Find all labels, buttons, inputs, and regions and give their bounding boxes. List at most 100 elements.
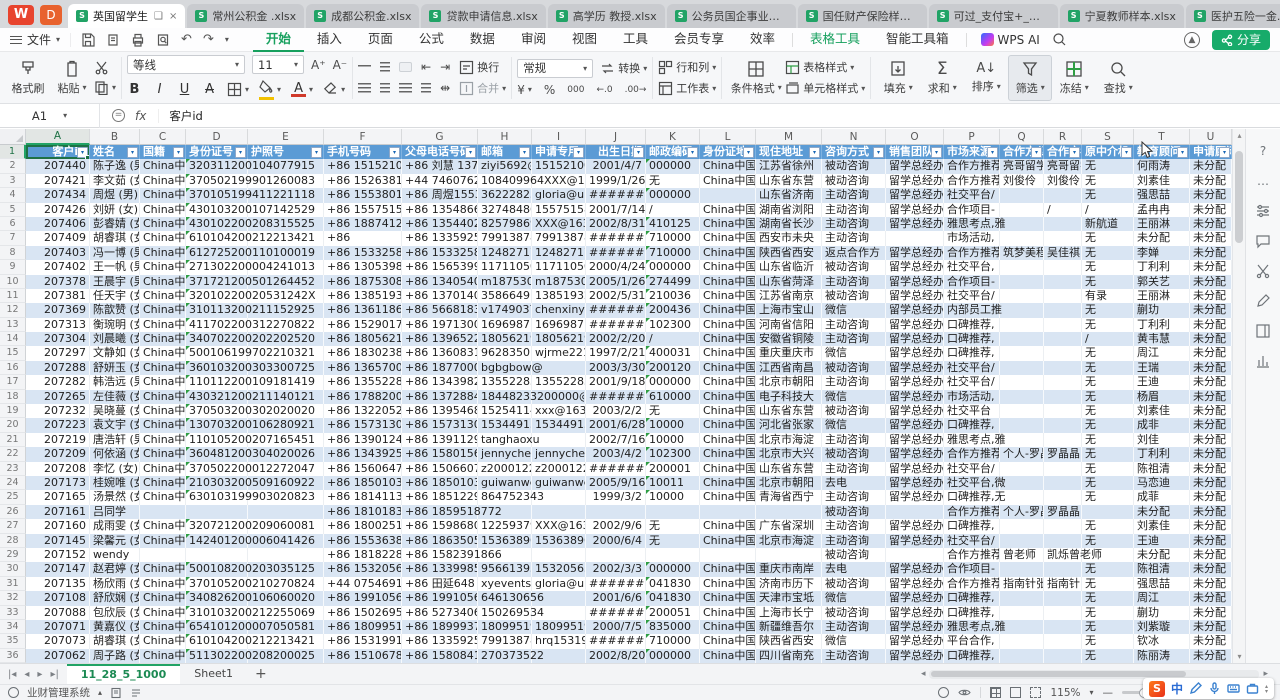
cell[interactable]: +86 13851932 <box>324 289 402 303</box>
cell[interactable]: China中国 <box>700 361 756 375</box>
cell[interactable]: China中国 <box>700 260 756 274</box>
cell[interactable]: 180995191 <box>478 620 532 634</box>
cell[interactable] <box>248 505 324 519</box>
cell[interactable]: China中国 <box>140 231 186 245</box>
cell[interactable]: 丁利利 <box>1134 260 1190 274</box>
cell[interactable]: 河北省张家 <box>756 418 822 432</box>
row-number[interactable]: 21 <box>0 433 26 447</box>
cell[interactable]: 无 <box>1082 375 1134 389</box>
cell[interactable]: 罗晶晶 <box>1044 505 1082 519</box>
cell[interactable]: 207108 <box>26 591 90 605</box>
upload-icon[interactable]: ▲ <box>1184 32 1200 48</box>
cell[interactable] <box>1044 260 1082 274</box>
cell[interactable]: 雅思考点,雅 <box>944 433 1000 447</box>
cell[interactable]: +86 1877000215 <box>402 361 478 375</box>
filter-dropdown-button[interactable]: ▾ <box>987 147 998 158</box>
redo-icon[interactable]: ↷ <box>203 33 214 46</box>
cell[interactable]: China中国 <box>700 433 756 447</box>
cell[interactable]: 未分配 <box>1190 174 1232 188</box>
cell[interactable]: 000000 <box>646 562 700 576</box>
cell[interactable]: 舒欣娴 (女 <box>90 591 140 605</box>
align-center-icon[interactable] <box>380 83 390 93</box>
sort-button[interactable]: A↓ 排序▾ <box>964 55 1008 101</box>
cell[interactable]: 留学总经办 <box>886 303 944 317</box>
cell[interactable]: 社交平台, <box>944 260 1000 274</box>
cell[interactable]: 留学总经办 <box>886 562 944 576</box>
cell[interactable]: China中国 <box>140 375 186 389</box>
cell[interactable]: +86 15538019 <box>324 188 402 202</box>
cell[interactable]: 207403 <box>26 246 90 260</box>
filter-dropdown-button[interactable]: ▾ <box>389 147 400 158</box>
cell[interactable]: 207282 <box>26 375 90 389</box>
cell[interactable]: 赵君婷 (女 <box>90 562 140 576</box>
cell[interactable]: 山东省济南 <box>756 188 822 202</box>
header-cell[interactable]: 合作方名▾ <box>1044 145 1082 159</box>
cell[interactable]: 646130656 <box>478 591 532 605</box>
row-number[interactable]: 11 <box>0 289 26 303</box>
cell[interactable]: ######## <box>586 462 646 476</box>
cell[interactable]: 2002/3/3 <box>586 562 646 576</box>
cell[interactable]: 主动咨询 <box>822 519 886 533</box>
cell[interactable]: +86 1582391866 <box>402 548 478 562</box>
document-tab[interactable]: S贷款申请信息.xlsx <box>421 4 545 28</box>
cell[interactable]: 207147 <box>26 562 90 576</box>
cell[interactable]: 207152 <box>26 548 90 562</box>
cell[interactable]: 无 <box>1082 174 1134 188</box>
cell[interactable]: 327484864 <box>478 203 532 217</box>
cell[interactable] <box>1082 505 1134 519</box>
cell[interactable]: 000000 <box>646 649 700 663</box>
cell[interactable]: +86 1850103098 <box>402 476 478 490</box>
header-cell[interactable]: 销售团队▾ <box>886 145 944 159</box>
cell[interactable]: 207073 <box>26 634 90 648</box>
cell[interactable]: China中国 <box>140 303 186 317</box>
cell[interactable]: China中国 <box>140 620 186 634</box>
cell[interactable]: 未分配 <box>1190 490 1232 504</box>
cell[interactable] <box>1000 562 1044 576</box>
filter-dropdown-button[interactable]: ▾ <box>1069 147 1080 158</box>
cell[interactable]: 362228235 <box>478 188 532 202</box>
percent-button[interactable]: % <box>544 83 555 97</box>
vertical-scroll-thumb[interactable] <box>1235 151 1243 243</box>
cell[interactable]: 207426 <box>26 203 90 217</box>
first-sheet-icon[interactable]: |◂ <box>8 669 16 680</box>
cell[interactable]: +86 15575158 <box>324 203 402 217</box>
cell[interactable]: 2003/4/2 <box>586 447 646 461</box>
cell[interactable]: 207062 <box>26 649 90 663</box>
cell[interactable]: 个人-罗晶 <box>1000 447 1044 461</box>
cell[interactable]: China中国 <box>700 562 756 576</box>
cell[interactable]: m1875308 <box>532 275 586 289</box>
cell[interactable]: 未分配 <box>1190 649 1232 663</box>
cell[interactable]: +86 1598680231 <box>402 519 478 533</box>
cell[interactable]: 留学总经办 <box>886 289 944 303</box>
cell[interactable]: 864752343 <box>478 490 532 504</box>
cell[interactable]: 丁利利 <box>1134 318 1190 332</box>
cell[interactable]: 2002/9/6 <box>586 519 646 533</box>
row-number[interactable]: 10 <box>0 275 26 289</box>
cell[interactable]: 2001/4/7 <box>586 159 646 173</box>
cell[interactable]: 未分配 <box>1190 275 1232 289</box>
cell[interactable] <box>1044 390 1082 404</box>
row-number[interactable]: 9 <box>0 260 26 274</box>
cell[interactable]: bgbgbow@ <box>478 361 532 375</box>
row-number[interactable]: 31 <box>0 577 26 591</box>
cell[interactable]: 李文茹 (女 <box>90 174 140 188</box>
row-number[interactable]: 34 <box>0 620 26 634</box>
row-number[interactable]: 8 <box>0 246 26 260</box>
row-number[interactable]: 13 <box>0 318 26 332</box>
cell[interactable]: +86 15290175 <box>324 318 402 332</box>
currency-button[interactable]: ¥▾ <box>517 83 532 97</box>
cell[interactable]: 340702200202202520 <box>186 332 248 346</box>
cell[interactable]: 117110505 <box>532 260 586 274</box>
cell[interactable]: 207232 <box>26 404 90 418</box>
header-cell[interactable]: 申请专用▾ <box>532 145 586 159</box>
cell[interactable]: 未分配 <box>1190 476 1232 490</box>
cell[interactable]: 留学总经办 <box>886 188 944 202</box>
filter-dropdown-button[interactable]: ▾ <box>1177 147 1188 158</box>
cell[interactable] <box>756 548 822 562</box>
formula-input[interactable]: 客户id <box>159 108 203 124</box>
cell[interactable] <box>1000 346 1044 360</box>
document-tab[interactable]: S高学历 教授.xlsx <box>548 4 665 28</box>
cell[interactable]: hrq153199 <box>532 634 586 648</box>
cell[interactable]: 江苏省南京 <box>756 289 822 303</box>
cell[interactable]: 口碑推荐, <box>944 606 1000 620</box>
